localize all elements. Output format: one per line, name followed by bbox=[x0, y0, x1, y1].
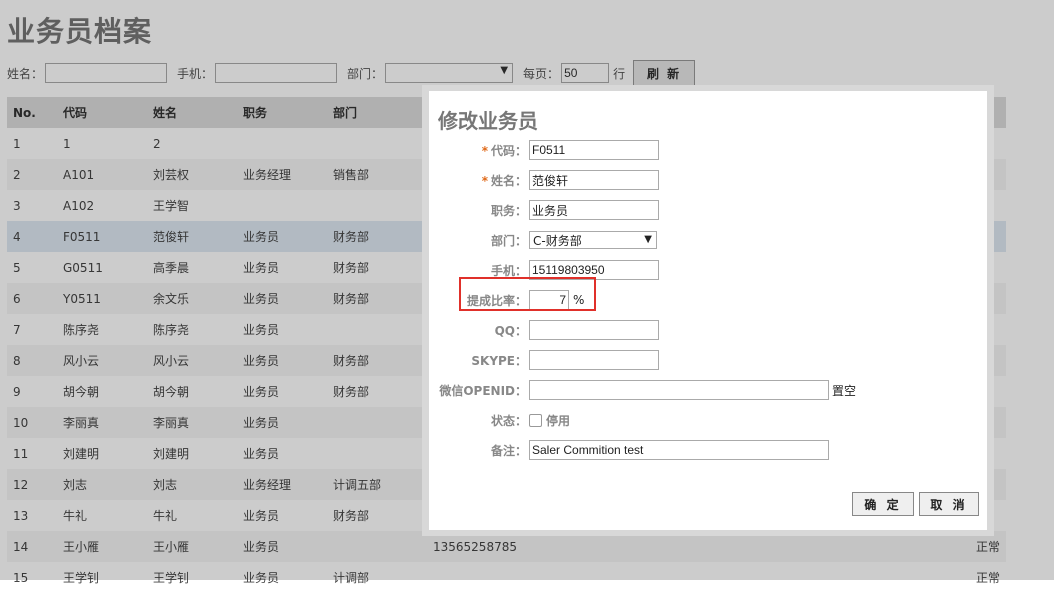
wechat-label: 微信OPENID： bbox=[439, 383, 527, 398]
chevron-down-icon: ▼ bbox=[644, 234, 652, 245]
dialog-title: 修改业务员 bbox=[438, 109, 538, 133]
disable-checkbox-label[interactable]: 停用 bbox=[546, 412, 570, 429]
code-label-text: 代码： bbox=[490, 143, 527, 158]
note-label: 备注： bbox=[490, 443, 527, 458]
name-label: * 姓名： bbox=[429, 172, 529, 189]
dept-label: 部门： bbox=[490, 233, 527, 248]
page-root: 业务员档案 姓名： 手机： 部门： ▼ 每页： 行 刷 新 No. 代码 姓名 … bbox=[0, 0, 1054, 585]
name-input[interactable] bbox=[529, 170, 659, 190]
wechat-row: 微信OPENID： 置空 bbox=[429, 379, 856, 401]
status-label: 状态： bbox=[490, 413, 527, 428]
edit-salesperson-dialog: 修改业务员 *代码： *姓名： 职务： 部门： C-财务部 ▼ bbox=[422, 85, 994, 536]
skype-row: SKYPE： bbox=[429, 349, 659, 371]
code-label: * 代码： bbox=[429, 142, 529, 159]
qq-label: QQ： bbox=[494, 323, 527, 338]
cancel-button[interactable]: 取 消 bbox=[919, 492, 979, 516]
required-mark: * bbox=[481, 173, 488, 188]
code-input[interactable] bbox=[529, 140, 659, 160]
note-input[interactable] bbox=[529, 440, 829, 460]
ok-button[interactable]: 确 定 bbox=[852, 492, 914, 516]
dept-select[interactable]: C-财务部 ▼ bbox=[529, 231, 657, 249]
name-row: * 姓名： bbox=[429, 169, 659, 191]
wechat-openid-input[interactable] bbox=[529, 380, 829, 400]
phone-label: 手机： bbox=[490, 263, 527, 278]
disable-checkbox[interactable] bbox=[529, 413, 542, 427]
status-row: 状态： 停用 bbox=[429, 409, 570, 431]
dept-select-value: C-财务部 bbox=[533, 233, 582, 248]
title-input[interactable] bbox=[529, 200, 659, 220]
required-mark: * bbox=[481, 143, 488, 158]
name-label-text: 姓名： bbox=[490, 173, 527, 188]
title-row: 职务： bbox=[429, 199, 659, 221]
highlight-box bbox=[459, 277, 596, 311]
qq-input[interactable] bbox=[529, 320, 659, 340]
dept-row: 部门： C-财务部 ▼ bbox=[429, 229, 657, 251]
title-label: 职务： bbox=[490, 203, 527, 218]
dialog-body: 修改业务员 *代码： *姓名： 职务： 部门： C-财务部 ▼ bbox=[429, 91, 987, 530]
clear-openid-link[interactable]: 置空 bbox=[832, 382, 856, 399]
code-row: * 代码： bbox=[429, 139, 659, 161]
skype-label: SKYPE： bbox=[471, 353, 527, 368]
skype-input[interactable] bbox=[529, 350, 659, 370]
qq-row: QQ： bbox=[429, 319, 659, 341]
note-row: 备注： bbox=[429, 439, 829, 461]
